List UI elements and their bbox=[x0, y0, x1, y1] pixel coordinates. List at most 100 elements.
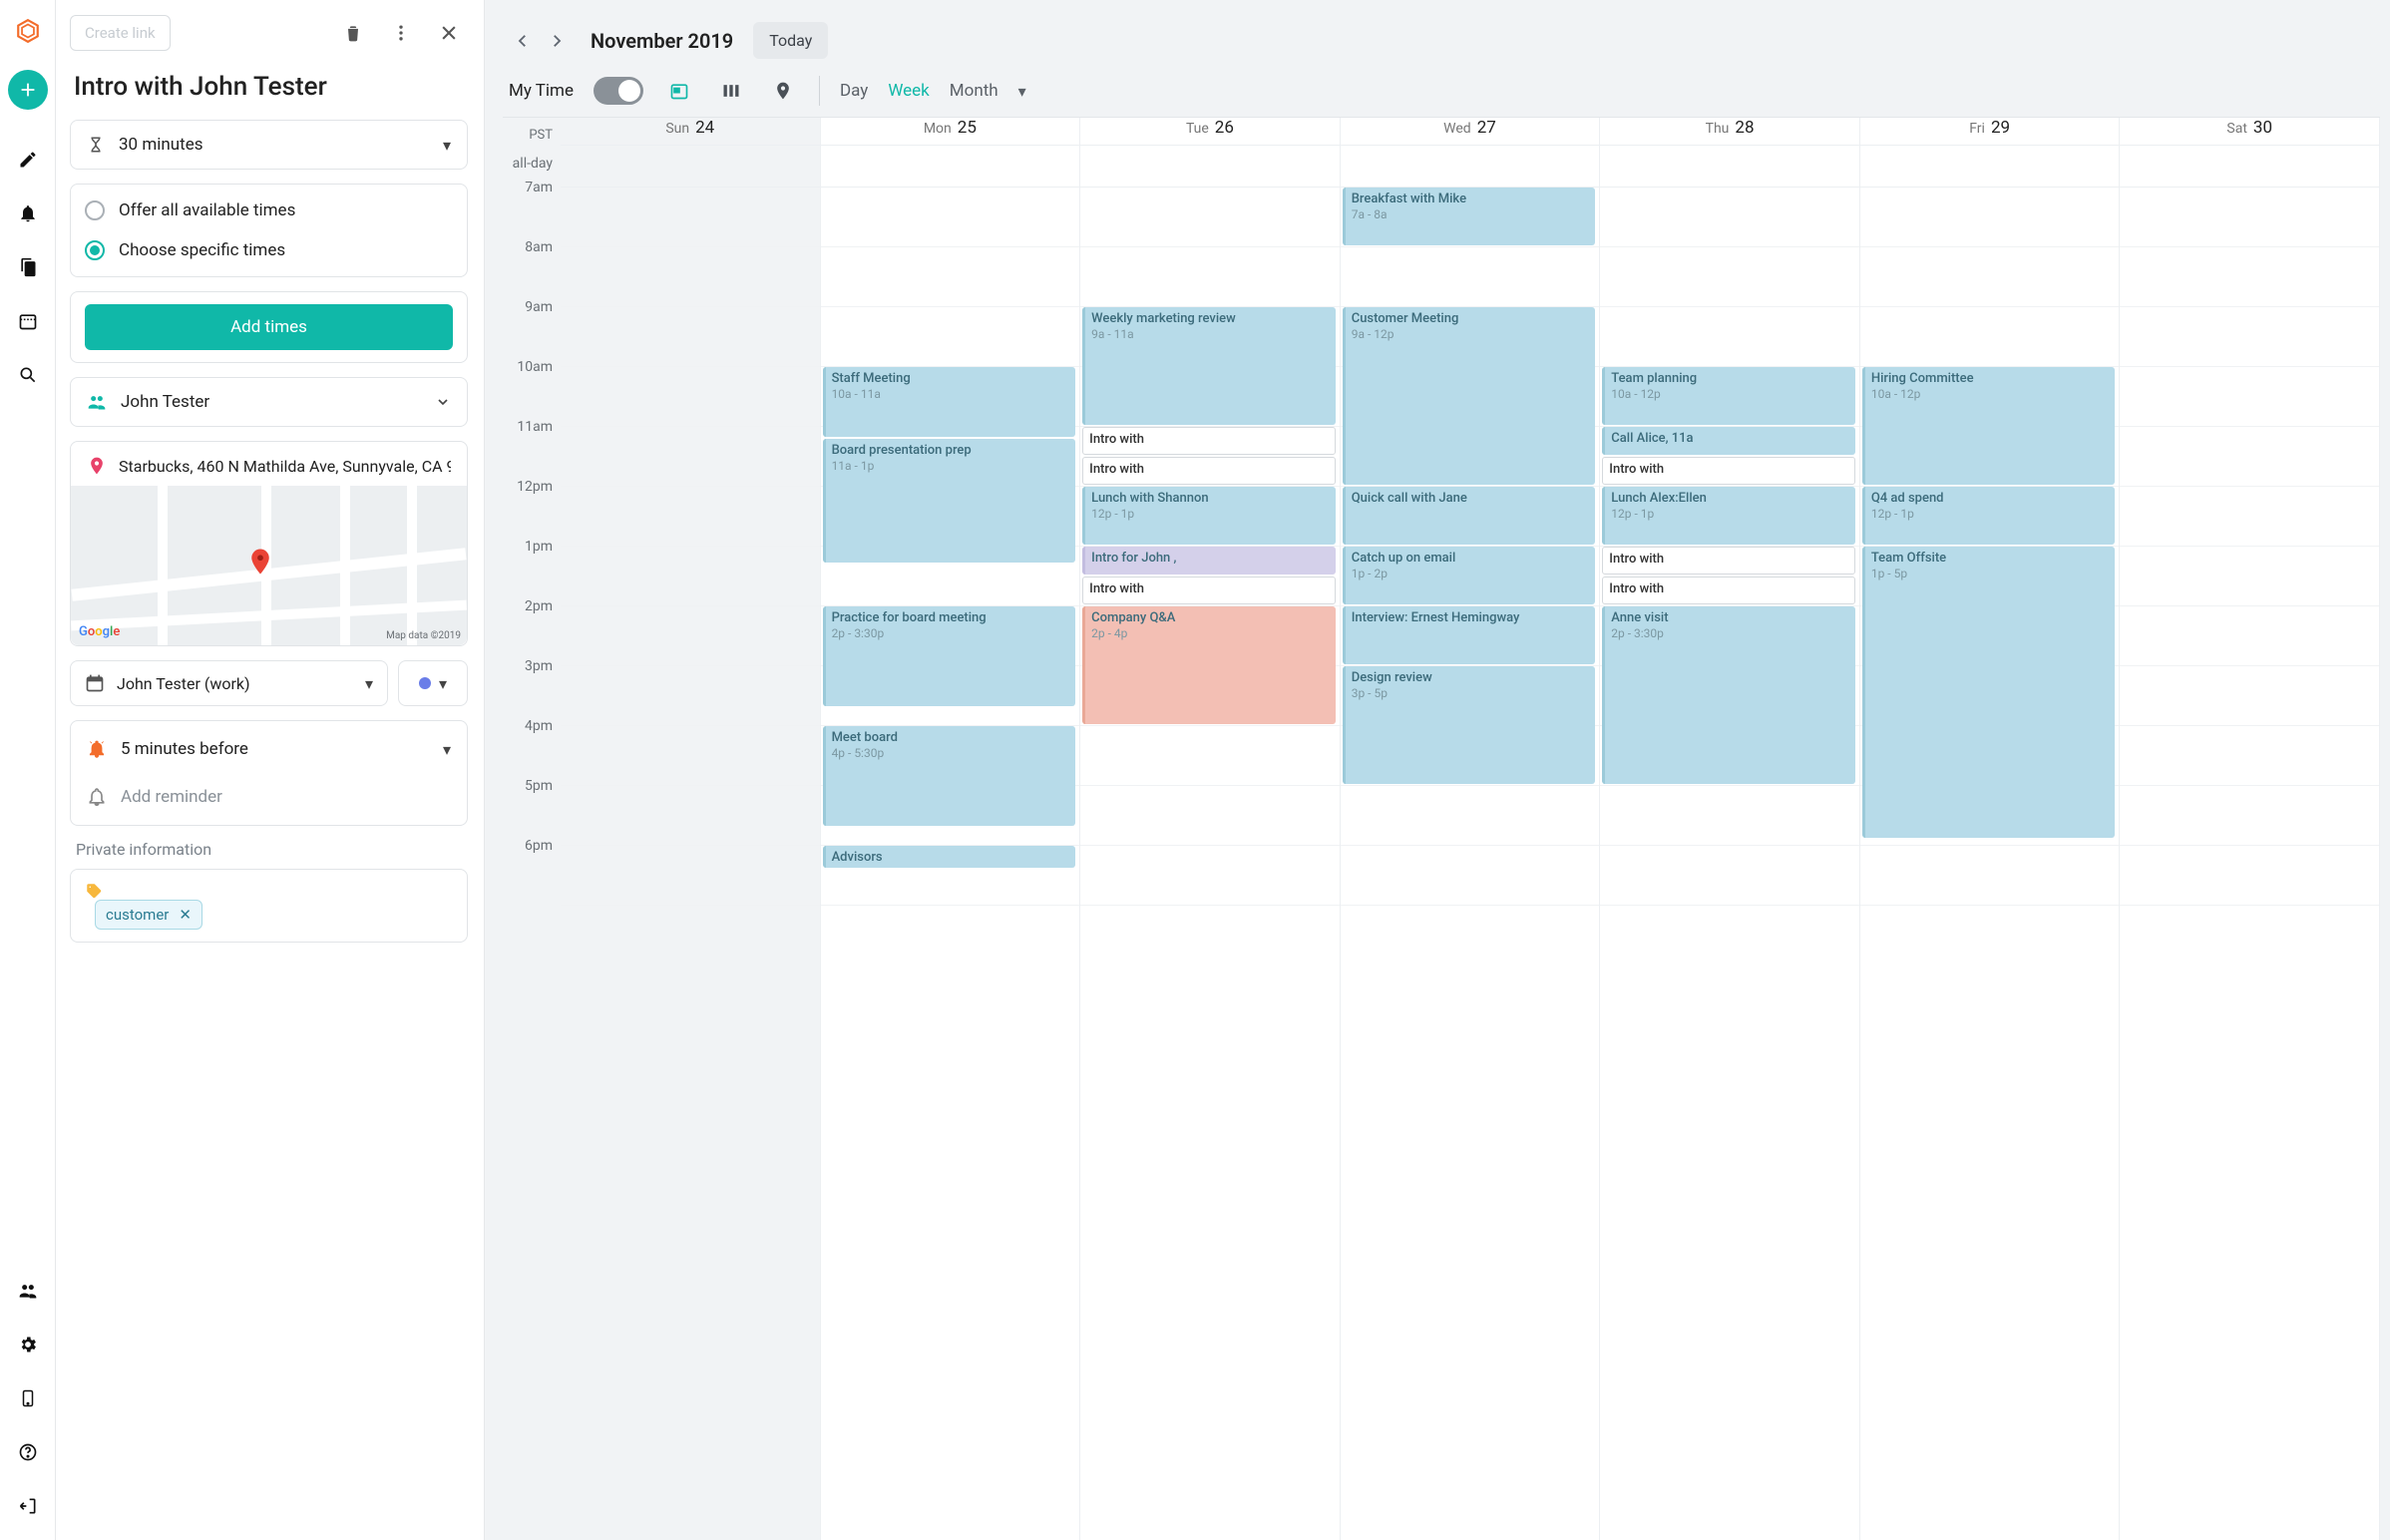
calendar-event[interactable]: Weekly marketing review9a - 11a bbox=[1082, 307, 1336, 425]
calendar-event[interactable]: Intro with bbox=[1602, 457, 1855, 485]
phone-icon[interactable] bbox=[8, 1378, 48, 1418]
day-grid[interactable]: Staff Meeting10a - 11aBoard presentation… bbox=[821, 188, 1080, 906]
columns-view-icon[interactable] bbox=[715, 75, 747, 107]
date-range-icon[interactable] bbox=[8, 301, 48, 341]
day-grid[interactable]: Weekly marketing review9a - 11aIntro wit… bbox=[1080, 188, 1340, 906]
allday-cell[interactable] bbox=[1341, 146, 1600, 188]
tags-card: customer ✕ bbox=[70, 869, 468, 943]
calendar-event[interactable]: Hiring Committee10a - 12p bbox=[1862, 367, 2116, 485]
day-column[interactable]: Tue26Weekly marketing review9a - 11aIntr… bbox=[1080, 118, 1341, 1540]
add-reminder-row[interactable]: Add reminder bbox=[71, 773, 467, 821]
allday-cell[interactable] bbox=[821, 146, 1080, 188]
day-column[interactable]: Mon25Staff Meeting10a - 11aBoard present… bbox=[821, 118, 1081, 1540]
calendar-event[interactable]: Intro with bbox=[1602, 577, 1855, 604]
next-button[interactable] bbox=[543, 27, 571, 55]
today-button[interactable]: Today bbox=[753, 22, 828, 59]
calendar-event[interactable]: Intro with bbox=[1082, 457, 1336, 485]
logout-icon[interactable] bbox=[8, 1486, 48, 1526]
calendar-event[interactable]: Q4 ad spend12p - 1p bbox=[1862, 487, 2116, 545]
chevron-down-icon[interactable]: ▾ bbox=[1018, 82, 1026, 101]
add-times-button[interactable]: Add times bbox=[85, 304, 453, 350]
app-logo-icon bbox=[15, 18, 41, 44]
my-time-toggle[interactable] bbox=[594, 77, 643, 105]
calendar-event[interactable]: Breakfast with Mike7a - 8a bbox=[1343, 188, 1596, 245]
help-icon[interactable] bbox=[8, 1432, 48, 1472]
calendar-event[interactable]: Intro with bbox=[1082, 427, 1336, 455]
calendar-view-icon[interactable] bbox=[663, 75, 695, 107]
calendar-event[interactable]: Team Offsite1p - 5p bbox=[1862, 547, 2116, 838]
range-month[interactable]: Month bbox=[950, 81, 998, 101]
map-view-icon[interactable] bbox=[767, 75, 799, 107]
range-week[interactable]: Week bbox=[888, 81, 929, 101]
calendar-event[interactable]: Quick call with Jane bbox=[1343, 487, 1596, 545]
hour-label: 6pm bbox=[503, 846, 561, 906]
reminder-row[interactable]: 5 minutes before ▾ bbox=[71, 725, 467, 773]
day-column[interactable]: Wed27Breakfast with Mike7a - 8aCustomer … bbox=[1341, 118, 1601, 1540]
location-card[interactable]: Starbucks, 460 N Mathilda Ave, Sunnyvale… bbox=[70, 441, 468, 646]
notifications-icon[interactable] bbox=[8, 193, 48, 233]
search-icon[interactable] bbox=[8, 355, 48, 395]
clipboard-icon[interactable] bbox=[8, 247, 48, 287]
day-grid[interactable]: Team planning10a - 12pCall Alice, 11aInt… bbox=[1600, 188, 1859, 906]
calendar-event[interactable]: Call Alice, 11a bbox=[1602, 427, 1855, 455]
day-column[interactable]: Fri29Hiring Committee10a - 12pQ4 ad spen… bbox=[1860, 118, 2121, 1540]
map-credit: Map data ©2019 bbox=[386, 630, 461, 641]
calendar-event[interactable]: Intro with bbox=[1082, 577, 1336, 604]
calendar-event[interactable]: Interview: Ernest Hemingway bbox=[1343, 606, 1596, 664]
calendar-event[interactable]: Lunch Alex:Ellen12p - 1p bbox=[1602, 487, 1855, 545]
hour-label: 2pm bbox=[503, 606, 561, 666]
day-grid[interactable] bbox=[561, 188, 820, 906]
attendee-row[interactable]: John Tester bbox=[70, 377, 468, 427]
allday-cell[interactable] bbox=[1860, 146, 2120, 188]
allday-cell[interactable] bbox=[1600, 146, 1859, 188]
tag-chip[interactable]: customer ✕ bbox=[95, 900, 202, 930]
delete-icon[interactable] bbox=[334, 14, 372, 52]
chevron-down-icon: ▾ bbox=[443, 136, 451, 155]
event-color-select[interactable]: ▾ bbox=[398, 660, 468, 706]
calendar-event[interactable]: Meet board4p - 5:30p bbox=[823, 726, 1076, 826]
hour-label: 12pm bbox=[503, 487, 561, 547]
day-grid[interactable]: Hiring Committee10a - 12pQ4 ad spend12p … bbox=[1860, 188, 2120, 906]
calendar-event[interactable]: Intro with bbox=[1602, 547, 1855, 575]
edit-icon[interactable] bbox=[8, 140, 48, 180]
hour-label: 11am bbox=[503, 427, 561, 487]
chevron-down-icon: ▾ bbox=[365, 674, 373, 693]
day-grid[interactable] bbox=[2120, 188, 2379, 906]
create-link-button[interactable]: Create link bbox=[70, 15, 171, 51]
calendar-event[interactable]: Anne visit2p - 3:30p bbox=[1602, 606, 1855, 784]
color-swatch bbox=[419, 677, 431, 689]
remove-tag-icon[interactable]: ✕ bbox=[179, 906, 192, 924]
day-column[interactable]: Thu28Team planning10a - 12pCall Alice, 1… bbox=[1600, 118, 1860, 1540]
day-column[interactable]: Sun24 bbox=[561, 118, 821, 1540]
radio-offer-all[interactable]: Offer all available times bbox=[71, 191, 467, 230]
range-day[interactable]: Day bbox=[840, 81, 868, 101]
create-button[interactable] bbox=[8, 70, 48, 110]
radio-choose-specific[interactable]: Choose specific times bbox=[71, 230, 467, 270]
calendar-event[interactable]: Lunch with Shannon12p - 1p bbox=[1082, 487, 1336, 545]
calendar-event[interactable]: Customer Meeting9a - 12p bbox=[1343, 307, 1596, 485]
day-column[interactable]: Sat30 bbox=[2120, 118, 2380, 1540]
duration-select[interactable]: 30 minutes ▾ bbox=[70, 120, 468, 170]
calendar-event[interactable]: Team planning10a - 12p bbox=[1602, 367, 1855, 425]
more-icon[interactable] bbox=[382, 14, 420, 52]
prev-button[interactable] bbox=[509, 27, 537, 55]
calendar-event[interactable]: Intro for John , bbox=[1082, 547, 1336, 575]
settings-icon[interactable] bbox=[8, 1325, 48, 1364]
calendar-event[interactable]: Board presentation prep11a - 1p bbox=[823, 439, 1076, 563]
day-grid[interactable]: Breakfast with Mike7a - 8a Customer Meeti… bbox=[1341, 188, 1600, 906]
calendar-event[interactable]: Staff Meeting10a - 11a bbox=[823, 367, 1076, 437]
calendar-event[interactable]: Practice for board meeting2p - 3:30p bbox=[823, 606, 1076, 706]
calendar-select[interactable]: John Tester (work) ▾ bbox=[70, 660, 388, 706]
my-time-label: My Time bbox=[509, 81, 574, 101]
calendar-event[interactable]: Design review3p - 5p bbox=[1343, 666, 1596, 784]
allday-cell[interactable] bbox=[1080, 146, 1340, 188]
calendar-event[interactable]: Advisors bbox=[823, 846, 1076, 868]
map-preview[interactable]: Google Map data ©2019 bbox=[71, 486, 467, 645]
allday-cell[interactable] bbox=[2120, 146, 2379, 188]
calendar-event[interactable]: Catch up on email1p - 2p bbox=[1343, 547, 1596, 604]
allday-cell[interactable] bbox=[561, 146, 820, 188]
close-icon[interactable] bbox=[430, 14, 468, 52]
event-title[interactable]: Intro with John Tester bbox=[74, 72, 468, 102]
calendar-event[interactable]: Company Q&A2p - 4p bbox=[1082, 606, 1336, 724]
people-icon[interactable] bbox=[8, 1271, 48, 1311]
